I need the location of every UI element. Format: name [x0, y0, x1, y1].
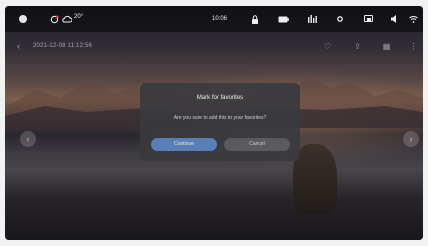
- status-bar: 20° 10:06: [5, 6, 423, 32]
- photo-date: 2021-12-08 11:12:56: [33, 43, 93, 49]
- favorite-heart-icon[interactable]: ♡: [323, 42, 332, 51]
- photo-title-bar: ‹ 2021-12-08 11:12:56 ♡ ⇪ ▦ ⋮: [5, 36, 423, 58]
- screen-mirror-icon[interactable]: [362, 13, 374, 25]
- cancel-button[interactable]: Cancel: [224, 138, 290, 151]
- settings-icon[interactable]: [334, 13, 346, 25]
- next-photo-button[interactable]: ›: [403, 131, 419, 147]
- dialog-title: Mark for favorites: [196, 95, 244, 101]
- weather-temperature: 20°: [74, 14, 84, 20]
- dialog-message: Are you sure to add this to your favorit…: [173, 115, 267, 121]
- wifi-icon[interactable]: [407, 13, 419, 25]
- battery-icon: [277, 13, 289, 25]
- share-icon[interactable]: ⇪: [353, 42, 362, 51]
- cloud-icon: [61, 13, 73, 25]
- lock-icon[interactable]: [249, 13, 261, 25]
- more-options-icon[interactable]: ⋮: [409, 42, 418, 51]
- gallery-grid-icon[interactable]: ▦: [382, 42, 391, 51]
- photo-viewer-screen: 20° 10:06 ‹ 2021-12-08 11:12:56 ♡ ⇪ ▦ ⋮: [5, 6, 423, 240]
- notification-icon[interactable]: [48, 13, 60, 25]
- volume-icon[interactable]: [389, 13, 401, 25]
- favorites-confirm-dialog: Mark for favorites Are you sure to add t…: [140, 83, 300, 161]
- equalizer-icon[interactable]: [306, 13, 318, 25]
- user-avatar-icon[interactable]: [17, 13, 29, 25]
- back-arrow-icon[interactable]: ‹: [17, 41, 27, 51]
- continue-button[interactable]: Continue: [151, 138, 217, 151]
- previous-photo-button[interactable]: ‹: [20, 131, 36, 147]
- status-time: 10:06: [212, 16, 228, 22]
